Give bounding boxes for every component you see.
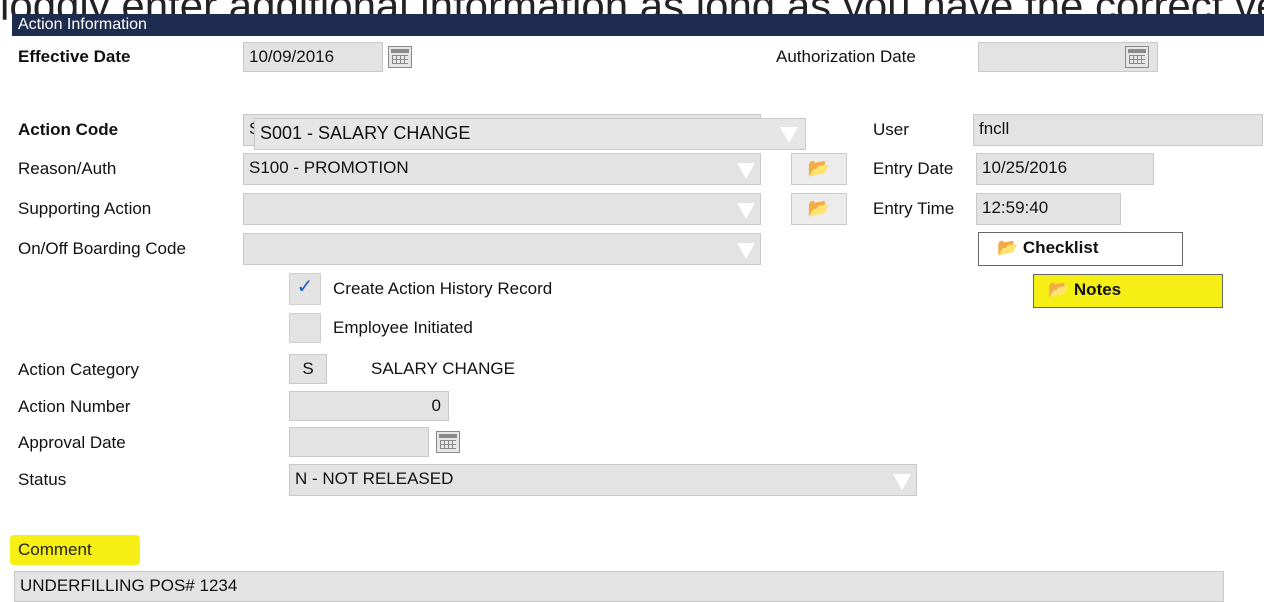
onoff-boarding-code-select[interactable] bbox=[243, 233, 761, 265]
supporting-action-select[interactable] bbox=[243, 193, 761, 225]
employee-initiated-checkbox[interactable] bbox=[289, 313, 321, 343]
supporting-action-label: Supporting Action bbox=[18, 199, 152, 218]
effective-date-field[interactable]: 10/09/2016 bbox=[243, 42, 383, 72]
entry-date-field: 10/25/2016 bbox=[976, 153, 1154, 185]
notes-button[interactable]: 📂 Notes bbox=[1033, 274, 1223, 308]
chevron-down-icon bbox=[780, 127, 798, 143]
calendar-icon[interactable] bbox=[388, 46, 412, 68]
open-folder-icon[interactable]: 📂 bbox=[791, 153, 847, 185]
checklist-button[interactable]: 📂 Checklist bbox=[978, 232, 1183, 266]
action-code-select[interactable]: S001 - SALARY CHANGE bbox=[254, 118, 806, 150]
create-history-label: Create Action History Record bbox=[333, 279, 553, 298]
chevron-down-icon bbox=[737, 243, 755, 259]
action-number-label: Action Number bbox=[18, 397, 131, 416]
entry-date-label: Entry Date bbox=[873, 159, 954, 178]
comment-field[interactable]: UNDERFILLING POS# 1234 bbox=[14, 571, 1224, 602]
notes-label: Notes bbox=[1073, 280, 1122, 299]
entry-time-label: Entry Time bbox=[873, 199, 955, 218]
user-label: User bbox=[873, 120, 909, 139]
approval-date-field[interactable] bbox=[289, 427, 429, 457]
action-category-code: S bbox=[289, 354, 327, 384]
section-title: Action Information bbox=[12, 14, 1264, 36]
checkmark-icon: ✓ bbox=[296, 276, 314, 298]
calendar-icon[interactable] bbox=[436, 431, 460, 453]
status-select[interactable]: N - NOT RELEASED bbox=[289, 464, 917, 496]
checklist-label: Checklist bbox=[1022, 238, 1099, 257]
reason-auth-label: Reason/Auth bbox=[18, 159, 117, 178]
action-number-field[interactable]: 0 bbox=[289, 391, 449, 421]
create-history-checkbox[interactable]: ✓ bbox=[289, 273, 321, 305]
entry-time-field: 12:59:40 bbox=[976, 193, 1121, 225]
calendar-icon[interactable] bbox=[1125, 46, 1149, 68]
onoff-boarding-code-label: On/Off Boarding Code bbox=[18, 239, 186, 258]
open-folder-icon[interactable]: 📂 bbox=[791, 193, 847, 225]
open-folder-icon: 📂 bbox=[997, 238, 1019, 257]
action-code-label: Action Code bbox=[18, 120, 119, 139]
chevron-down-icon bbox=[737, 203, 755, 219]
reason-auth-select[interactable]: S100 - PROMOTION bbox=[243, 153, 761, 185]
chevron-down-icon bbox=[737, 163, 755, 179]
user-field: fncll bbox=[973, 114, 1263, 146]
action-category-label: Action Category bbox=[18, 360, 139, 379]
comment-label: Comment bbox=[18, 540, 92, 559]
status-label: Status bbox=[18, 470, 67, 489]
open-folder-icon: 📂 bbox=[1048, 280, 1070, 299]
chevron-down-icon bbox=[893, 474, 911, 490]
authorization-date-label: Authorization Date bbox=[776, 47, 916, 66]
employee-initiated-label: Employee Initiated bbox=[333, 318, 473, 337]
approval-date-label: Approval Date bbox=[18, 433, 126, 452]
action-category-description: SALARY CHANGE bbox=[371, 359, 515, 378]
effective-date-label: Effective Date bbox=[18, 47, 131, 66]
